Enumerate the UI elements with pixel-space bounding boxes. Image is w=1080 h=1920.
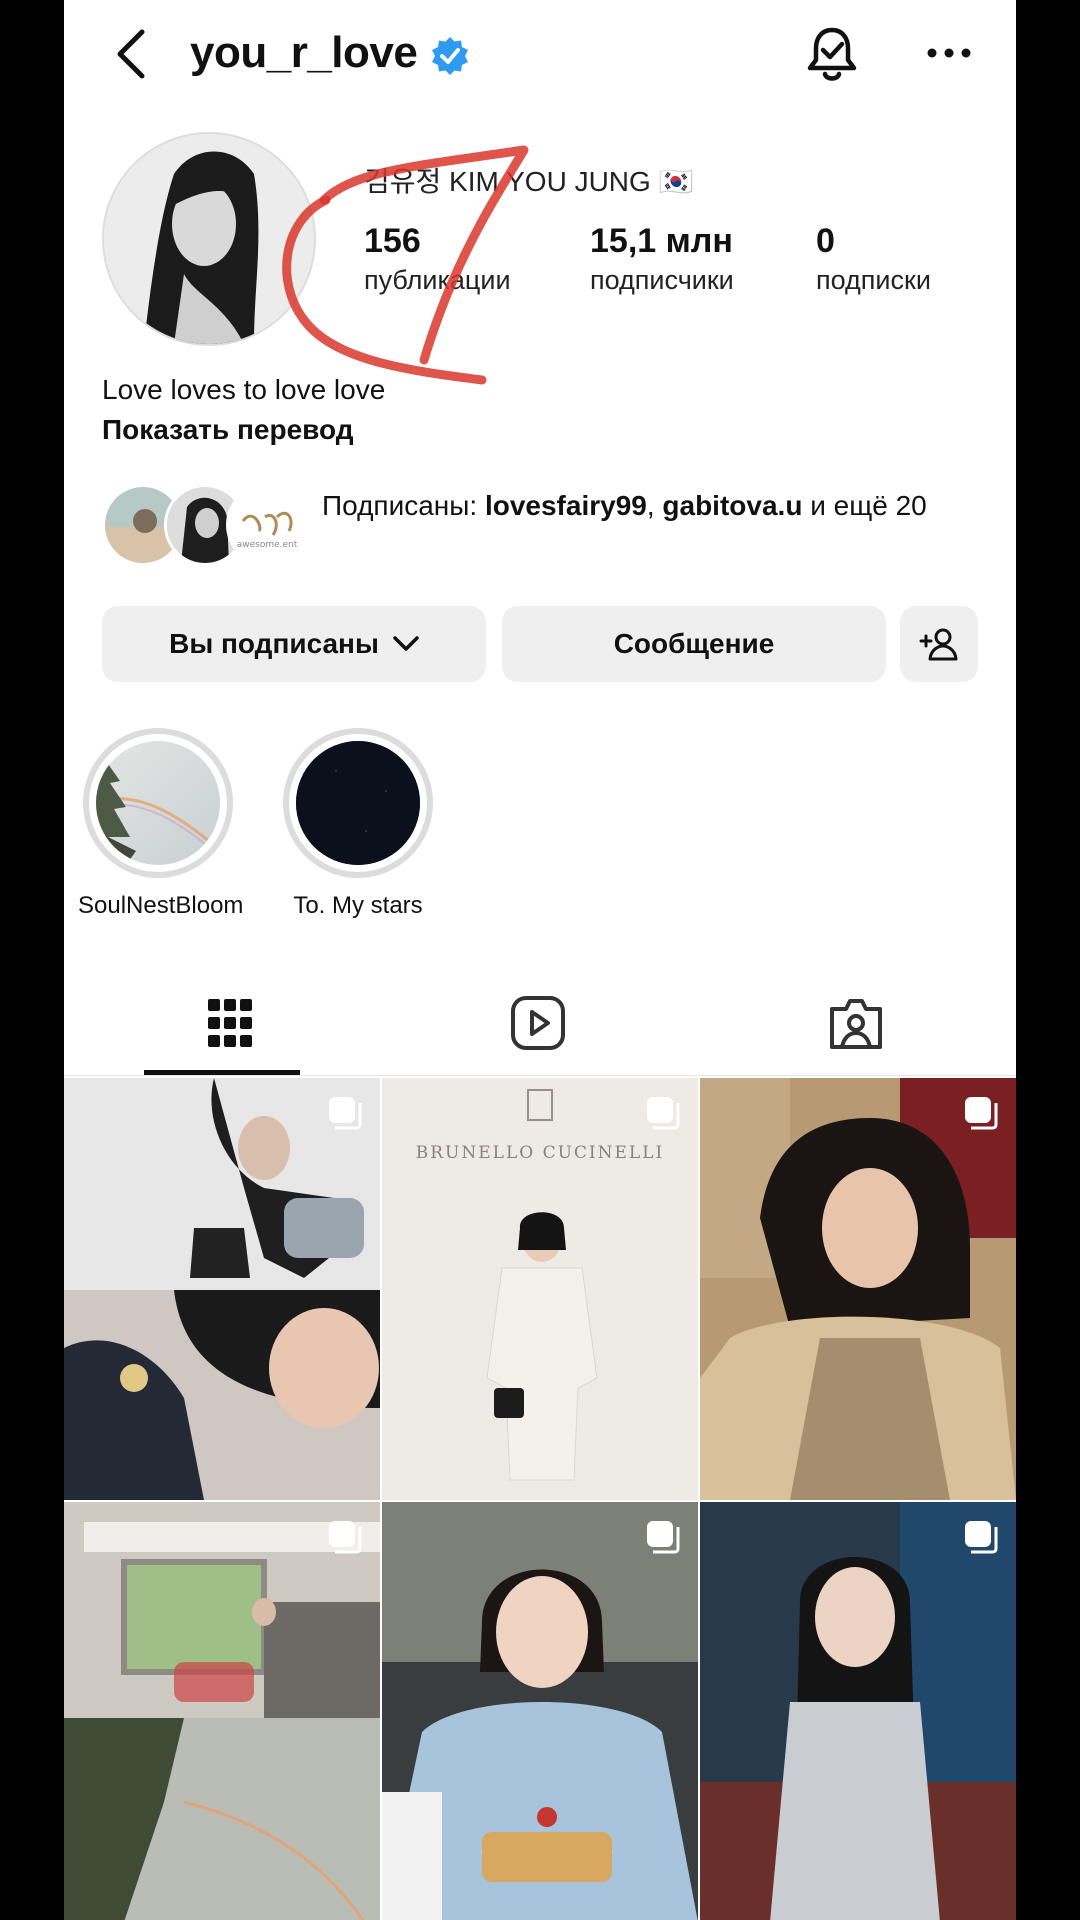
followers-label: подписчики — [590, 265, 734, 295]
message-button[interactable]: Сообщение — [502, 606, 886, 682]
followed-by-sep: , — [646, 490, 663, 521]
highlight-to-my-stars[interactable]: To. My stars — [278, 728, 438, 920]
profile-bio: Love loves to love love — [102, 374, 386, 405]
chevron-down-icon — [393, 636, 419, 651]
multiple-posts-icon — [647, 1097, 680, 1130]
mutual-user-2[interactable]: gabitova.u — [662, 490, 802, 521]
grid-icon — [208, 999, 252, 1047]
post-thumbnail[interactable] — [700, 1502, 1016, 1920]
followers-count: 15,1 млн — [590, 222, 733, 260]
highlight-ring — [283, 728, 433, 878]
posts-count: 156 — [364, 222, 421, 260]
highlight-cover — [96, 741, 220, 865]
multiple-posts-icon — [965, 1097, 998, 1130]
profile-username[interactable]: you_r_love — [190, 28, 418, 78]
back-icon[interactable] — [108, 26, 152, 82]
stat-followers[interactable]: 15,1 млн подписчики — [590, 222, 734, 296]
following-label: подписки — [816, 265, 931, 295]
message-button-label: Сообщение — [613, 628, 775, 659]
followed-by-text[interactable]: Подписаны: lovesfairy99, gabitova.u и ещ… — [322, 486, 982, 526]
suggested-users-button[interactable] — [900, 606, 978, 682]
notifications-bell-icon[interactable] — [804, 24, 860, 84]
verified-badge-icon — [432, 37, 468, 75]
posts-grid: BRUNELLO CUCINELLI — [64, 1078, 1016, 1920]
highlight-label: SoulNestBloom — [78, 892, 244, 919]
following-button-label: Вы подписаны — [169, 628, 379, 659]
highlight-soulnestbloom[interactable]: SoulNestBloom — [78, 728, 244, 920]
profile-avatar[interactable] — [102, 132, 316, 346]
posts-label: публикации — [364, 265, 511, 295]
tab-posts-grid[interactable] — [180, 990, 280, 1056]
avatar-photo — [104, 134, 314, 344]
post-thumbnail[interactable] — [64, 1078, 380, 1500]
show-translation-link[interactable]: Показать перевод — [102, 414, 354, 446]
reels-icon — [511, 996, 565, 1050]
tab-reels[interactable] — [488, 990, 588, 1056]
highlight-ring — [83, 728, 233, 878]
followed-by-suffix: и ещё 20 — [802, 490, 927, 521]
more-options-icon[interactable] — [924, 38, 974, 68]
post-thumbnail[interactable] — [700, 1078, 1016, 1500]
post-thumbnail[interactable]: BRUNELLO CUCINELLI — [382, 1078, 698, 1500]
header: you_r_love — [64, 0, 1016, 110]
mutual-avatar-3: awesome.ent — [226, 484, 308, 566]
following-button[interactable]: Вы подписаны — [102, 606, 486, 682]
post-thumbnail[interactable] — [382, 1502, 698, 1920]
followed-by-prefix: Подписаны: — [322, 490, 485, 521]
multiple-posts-icon — [329, 1097, 362, 1130]
mutual-avatar-logo-text: awesome.ent — [237, 540, 298, 550]
tagged-icon — [830, 999, 882, 1049]
mutual-followers-avatars[interactable]: awesome.ent — [102, 484, 308, 566]
add-person-icon — [919, 628, 958, 661]
highlight-label: To. My stars — [293, 892, 423, 919]
highlight-cover — [296, 741, 420, 865]
post-image-brand-text: BRUNELLO CUCINELLI — [416, 1143, 664, 1163]
profile-full-name: 김유정 KIM YOU JUNG 🇰🇷 — [364, 166, 694, 197]
stat-following[interactable]: 0 подписки — [816, 222, 931, 296]
stat-posts[interactable]: 156 публикации — [364, 222, 511, 296]
profile-screen: you_r_love 김유정 KIM YOU JUNG 🇰🇷 156 публи… — [64, 0, 1016, 1920]
multiple-posts-icon — [329, 1521, 362, 1554]
post-thumbnail[interactable] — [64, 1502, 380, 1920]
mutual-user-1[interactable]: lovesfairy99 — [485, 490, 647, 521]
following-count: 0 — [816, 222, 835, 260]
tab-tagged[interactable] — [806, 990, 906, 1056]
tab-divider — [64, 1075, 1016, 1076]
multiple-posts-icon — [647, 1521, 680, 1554]
multiple-posts-icon — [965, 1521, 998, 1554]
